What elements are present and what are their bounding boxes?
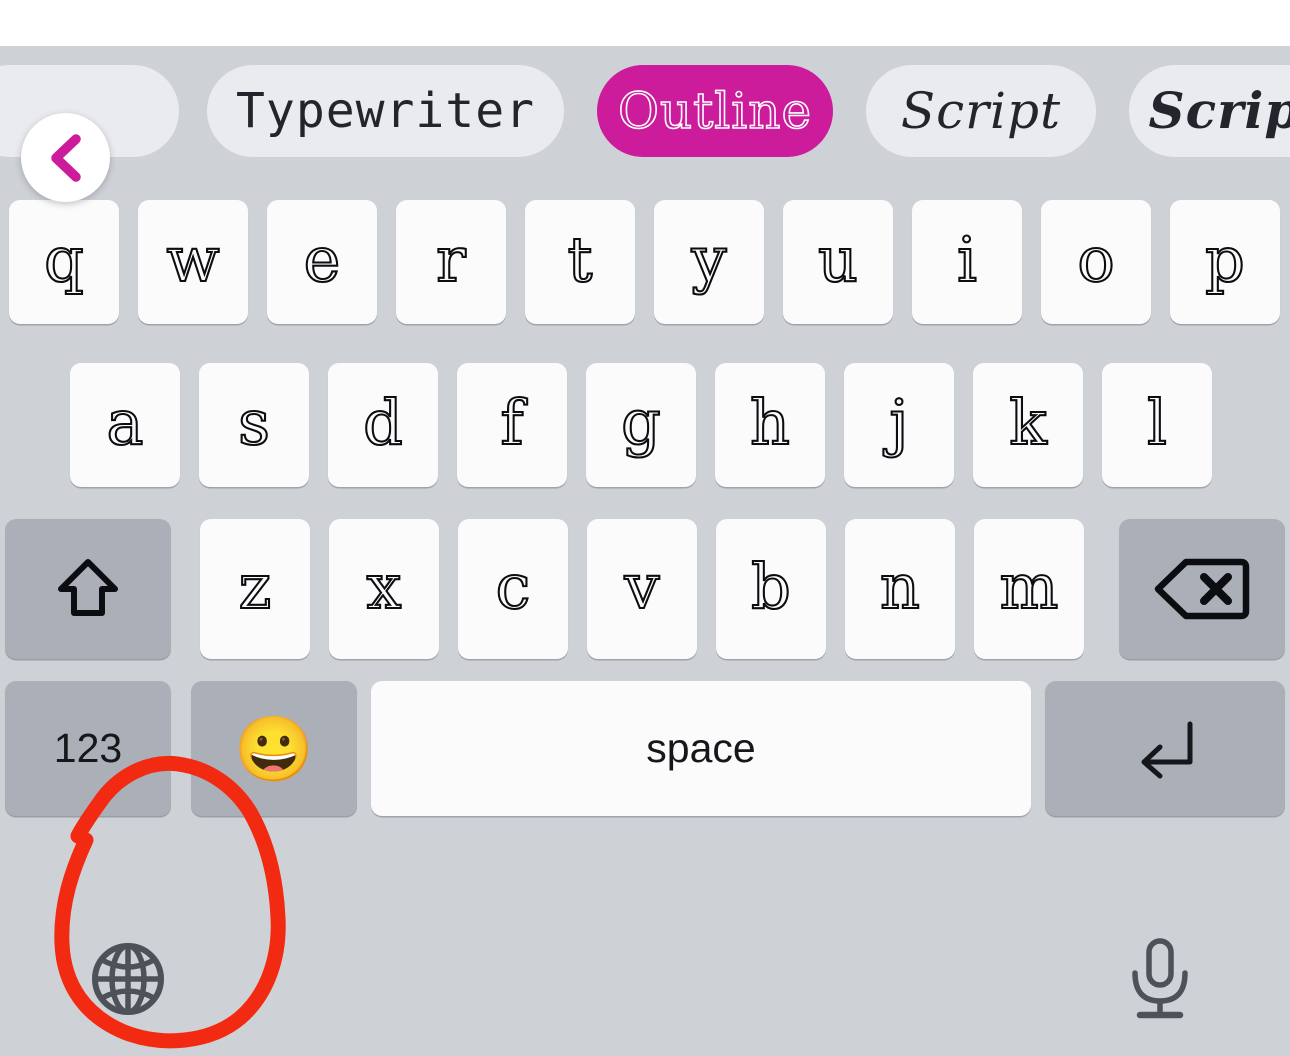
key-return[interactable] [1045, 681, 1285, 816]
key-d-label: d [362, 386, 404, 459]
key-v-label: v [623, 550, 660, 623]
key-j[interactable]: j [844, 363, 954, 487]
key-w[interactable]: w [138, 200, 248, 324]
key-z-label: z [238, 550, 273, 623]
key-x[interactable]: x [329, 519, 439, 659]
key-g[interactable]: g [586, 363, 696, 487]
key-b-label: b [750, 550, 792, 623]
key-l[interactable]: l [1102, 363, 1212, 487]
key-z[interactable]: z [200, 519, 310, 659]
font-chip-typewriter[interactable]: Typewriter [207, 65, 564, 157]
font-selector-row: Typewriter Outline Script Script [0, 46, 1290, 179]
key-k[interactable]: k [973, 363, 1083, 487]
return-arrow-icon [1141, 721, 1193, 778]
key-u[interactable]: u [783, 200, 893, 324]
key-k-label: k [1008, 386, 1048, 459]
key-q-label: q [43, 223, 85, 296]
key-h-label: h [749, 386, 791, 459]
key-v[interactable]: v [587, 519, 697, 659]
font-chip-script-bold[interactable]: Script [1129, 65, 1290, 157]
backspace-delete-icon [1154, 558, 1250, 620]
back-button[interactable] [21, 113, 110, 202]
next-keyboard-button[interactable] [88, 939, 168, 1019]
key-c-label: c [495, 550, 532, 623]
key-d[interactable]: d [328, 363, 438, 487]
key-x-label: x [365, 550, 402, 623]
key-space-label: space [646, 725, 756, 771]
key-s-label: s [237, 386, 271, 459]
key-shift[interactable] [5, 519, 171, 659]
chevron-left-icon [50, 133, 81, 182]
key-i-label: i [956, 223, 978, 296]
key-o[interactable]: o [1041, 200, 1151, 324]
key-f[interactable]: f [457, 363, 567, 487]
key-n-label: n [879, 550, 921, 623]
font-chip-outline-label: Outline [617, 82, 813, 140]
key-q[interactable]: q [9, 200, 119, 324]
screenshot-root: Typewriter Outline Script Script q w e [0, 0, 1290, 1056]
key-r[interactable]: r [396, 200, 506, 324]
key-c[interactable]: c [458, 519, 568, 659]
font-chip-outline[interactable]: Outline [597, 65, 833, 157]
key-i[interactable]: i [912, 200, 1022, 324]
key-g-label: g [620, 386, 662, 459]
dictation-button[interactable] [1122, 935, 1198, 1023]
key-y-label: y [690, 223, 727, 296]
key-a-label: a [105, 386, 144, 459]
key-s[interactable]: s [199, 363, 309, 487]
font-chip-script-bold-label: Script [1148, 81, 1290, 140]
globe-icon [92, 943, 164, 1015]
key-e[interactable]: e [267, 200, 377, 324]
key-e-label: e [303, 223, 342, 296]
font-chip-typewriter-label: Typewriter [236, 83, 535, 139]
key-emoji[interactable]: 😀 [191, 681, 357, 816]
key-u-label: u [817, 223, 859, 296]
key-m[interactable]: m [974, 519, 1084, 659]
key-m-label: m [999, 550, 1060, 623]
font-chip-script[interactable]: Script [866, 65, 1096, 157]
key-n[interactable]: n [845, 519, 955, 659]
key-r-label: r [435, 223, 467, 296]
key-h[interactable]: h [715, 363, 825, 487]
key-numbers-label: 123 [53, 725, 123, 771]
font-chip-script-label: Script [900, 82, 1062, 140]
key-space[interactable]: space [371, 681, 1031, 816]
key-w-label: w [165, 223, 220, 296]
key-l-label: l [1146, 386, 1168, 459]
key-t-label: t [566, 223, 593, 296]
key-b[interactable]: b [716, 519, 826, 659]
key-y[interactable]: y [654, 200, 764, 324]
key-f-label: f [499, 386, 524, 459]
grinning-face-emoji: 😀 [234, 712, 314, 785]
microphone-icon [1132, 938, 1188, 1019]
key-o-label: o [1076, 223, 1115, 296]
key-p[interactable]: p [1170, 200, 1280, 324]
keyboard-panel: Typewriter Outline Script Script q w e [0, 46, 1290, 1056]
key-j-label: j [888, 386, 909, 459]
key-t[interactable]: t [525, 200, 635, 324]
key-p-label: p [1204, 223, 1246, 296]
shift-arrow-up-icon [58, 559, 118, 616]
key-numbers[interactable]: 123 [5, 681, 171, 816]
key-a[interactable]: a [70, 363, 180, 487]
key-backspace[interactable] [1119, 519, 1285, 659]
